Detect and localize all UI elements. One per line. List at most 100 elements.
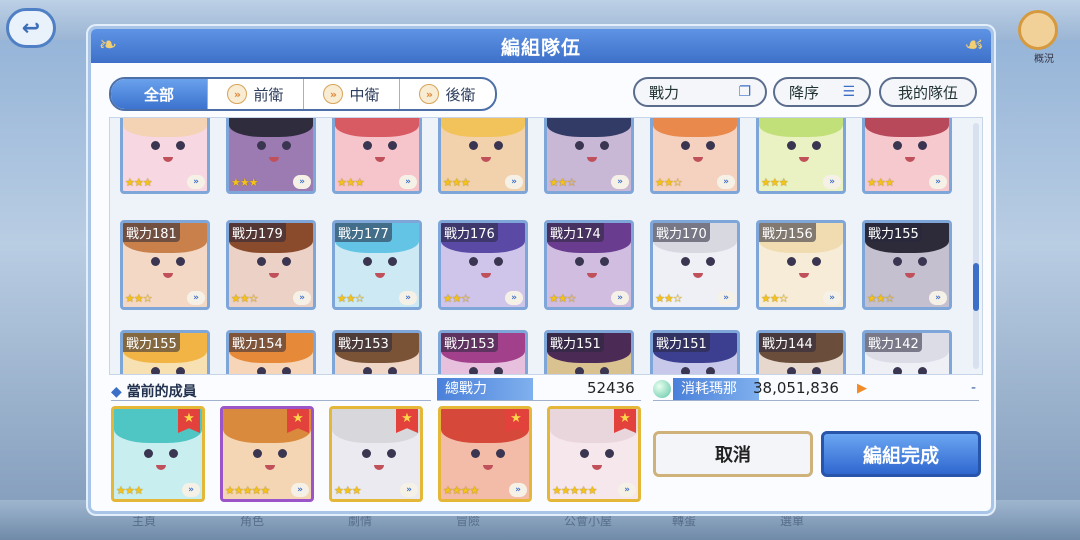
character-card[interactable]: 戰力154★★☆»: [226, 330, 316, 374]
mouth: [269, 273, 279, 278]
member-card[interactable]: ★ ★★★★★»: [220, 406, 314, 502]
character-card[interactable]: ★★★ »: [332, 118, 422, 194]
character-card[interactable]: ★★☆ »: [544, 118, 634, 194]
member-card[interactable]: ★ ★★★»: [329, 406, 423, 502]
character-card[interactable]: ★★★ »: [862, 118, 952, 194]
character-card[interactable]: 戰力153★★☆»: [438, 330, 528, 374]
sort-order-button[interactable]: 降序 ☰: [773, 77, 871, 107]
power-value: 176: [470, 227, 495, 242]
character-card[interactable]: 戰力170 ★★☆ »: [650, 220, 740, 310]
eye: [469, 257, 478, 266]
power-prefix: 戰力: [126, 227, 153, 242]
back-arrow-icon: ↩: [21, 15, 41, 41]
eye: [580, 449, 589, 458]
character-card[interactable]: 戰力177 ★★☆ »: [332, 220, 422, 310]
power-prefix: 戰力: [656, 337, 683, 352]
eye: [176, 141, 185, 150]
filter-tab-front[interactable]: » 前衛: [207, 79, 303, 109]
character-card[interactable]: 戰力181 ★★☆ »: [120, 220, 210, 310]
member-card[interactable]: ★ ★★★»: [111, 406, 205, 502]
mouth: [587, 157, 597, 162]
rank-icon: »: [399, 175, 417, 189]
character-card[interactable]: 戰力174 ★★☆ »: [544, 220, 634, 310]
character-card[interactable]: ★★★ »: [438, 118, 528, 194]
character-card[interactable]: 戰力151★★☆»: [650, 330, 740, 374]
mana-cost-value: 38,051,836: [753, 379, 839, 397]
power-prefix: 戰力: [338, 227, 365, 242]
star-rating: ★★★: [116, 484, 144, 497]
eye: [176, 367, 185, 374]
mouth: [483, 465, 493, 470]
mouth: [905, 273, 915, 278]
character-card[interactable]: 戰力155★★☆»: [862, 220, 952, 310]
power-label: 戰力142: [865, 333, 922, 352]
confirm-team-button[interactable]: 編組完成: [821, 431, 981, 477]
star-rating: ★★☆: [231, 292, 259, 305]
eye: [282, 257, 291, 266]
filter-tab-middle[interactable]: » 中衛: [303, 79, 399, 109]
character-card[interactable]: ★★★ »: [756, 118, 846, 194]
background-nav-tab: 公會小屋: [564, 514, 613, 528]
character-face: [149, 141, 187, 163]
character-face: [467, 367, 505, 374]
eye: [787, 141, 796, 150]
character-card[interactable]: 戰力144★★☆»: [756, 330, 846, 374]
window-icon: ❐: [738, 84, 751, 100]
filter-tab-back[interactable]: » 後衛: [399, 79, 495, 109]
divider: [437, 400, 641, 401]
scrollbar-thumb[interactable]: [973, 263, 979, 311]
power-value: 155: [894, 227, 919, 242]
rank-icon: »: [929, 175, 947, 189]
background-nav-tab: 選單: [780, 514, 805, 528]
rank-icon: »: [187, 291, 205, 305]
mouth: [163, 273, 173, 278]
member-card[interactable]: ★ ★★★★»: [438, 406, 532, 502]
member-card[interactable]: ★ ★★★★★»: [547, 406, 641, 502]
character-card[interactable]: 戰力151★★☆»: [544, 330, 634, 374]
eye: [494, 257, 503, 266]
eye: [282, 367, 291, 374]
eye: [575, 367, 584, 374]
star-rating: ★★☆: [337, 292, 365, 305]
character-card[interactable]: ★★☆ »: [650, 118, 740, 194]
character-card[interactable]: 戰力156 ★★☆ »: [756, 220, 846, 310]
chevron-double-icon: »: [323, 84, 344, 104]
my-team-label: 我的隊伍: [897, 83, 958, 102]
character-card[interactable]: 戰力153★★☆»: [332, 330, 422, 374]
triangle-right-icon: ▶: [857, 381, 867, 396]
character-card[interactable]: ★★★ »: [226, 118, 316, 194]
eye: [681, 257, 690, 266]
back-button[interactable]: ↩: [6, 8, 56, 48]
character-card[interactable]: 戰力155★★☆»: [120, 330, 210, 374]
character-card[interactable]: ★★★ »: [120, 118, 210, 194]
star-rating: ★★★: [125, 176, 153, 189]
character-face: [573, 141, 611, 163]
power-value: 156: [788, 227, 813, 242]
character-face: [679, 367, 717, 374]
rank-icon: »: [505, 291, 523, 305]
my-team-button[interactable]: 我的隊伍: [879, 77, 977, 107]
character-face: [573, 257, 611, 279]
rank-icon: »: [611, 291, 629, 305]
eye: [918, 257, 927, 266]
character-card[interactable]: 戰力176 ★★☆ »: [438, 220, 528, 310]
character-card[interactable]: 戰力179 ★★☆ »: [226, 220, 316, 310]
menu-button[interactable]: [1018, 10, 1058, 50]
rank-icon: »: [399, 291, 417, 305]
filter-tab-all[interactable]: 全部: [111, 79, 207, 109]
power-prefix: 戰力: [232, 337, 259, 352]
mouth: [799, 157, 809, 162]
character-face: [467, 257, 505, 279]
cancel-button[interactable]: 取消: [653, 431, 813, 477]
roster-scrollbar[interactable]: [973, 123, 979, 369]
power-label: 戰力177: [335, 223, 392, 242]
power-label: 戰力144: [759, 333, 816, 352]
eye: [600, 141, 609, 150]
character-card[interactable]: 戰力142★★☆»: [862, 330, 952, 374]
rank-icon: »: [293, 175, 311, 189]
sort-by-button[interactable]: 戰力 ❐: [633, 77, 767, 107]
character-face: [573, 367, 611, 374]
power-prefix: 戰力: [762, 337, 789, 352]
mouth: [905, 157, 915, 162]
eye: [494, 141, 503, 150]
